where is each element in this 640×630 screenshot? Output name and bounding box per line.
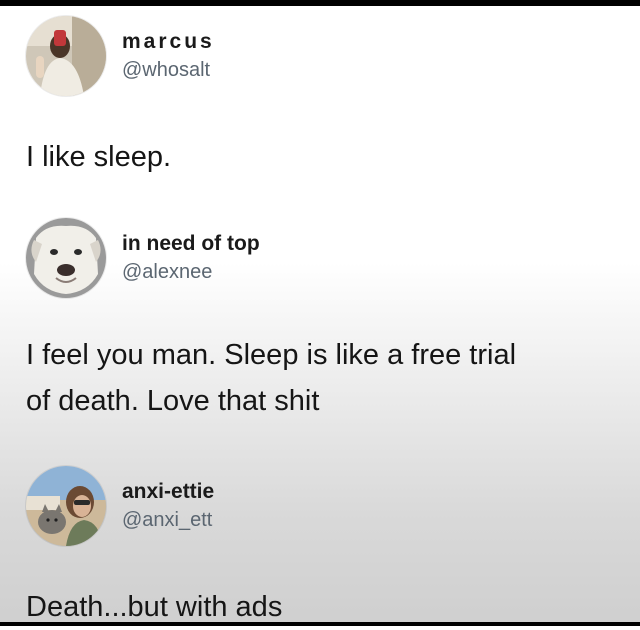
- display-name[interactable]: anxi-ettie: [122, 479, 214, 505]
- tweet-text-line: I feel you man. Sleep is like a free tri…: [26, 339, 517, 371]
- user-handle[interactable]: @alexnee: [122, 259, 260, 285]
- tweet-header: in need of top @alexnee: [26, 218, 260, 298]
- tweet-text-line: of death. Love that shit: [26, 385, 320, 417]
- person-mirror-selfie-avatar-icon[interactable]: [26, 16, 106, 96]
- tweet-text: I feel you man. Sleep is like a free tri…: [26, 332, 616, 424]
- tweet-header: marcus @whosalt: [26, 16, 215, 96]
- bottom-border: [0, 622, 640, 626]
- person-with-cat-avatar-icon[interactable]: [26, 466, 106, 546]
- tweet-text: I like sleep.: [26, 141, 172, 173]
- display-name[interactable]: in need of top: [122, 231, 260, 257]
- top-border: [0, 0, 640, 6]
- white-dog-avatar-icon[interactable]: [26, 218, 106, 298]
- user-handle[interactable]: @whosalt: [122, 57, 215, 83]
- tweet-header: anxi-ettie @anxi_ett: [26, 466, 214, 546]
- user-handle[interactable]: @anxi_ett: [122, 507, 214, 533]
- display-name[interactable]: marcus: [122, 29, 215, 55]
